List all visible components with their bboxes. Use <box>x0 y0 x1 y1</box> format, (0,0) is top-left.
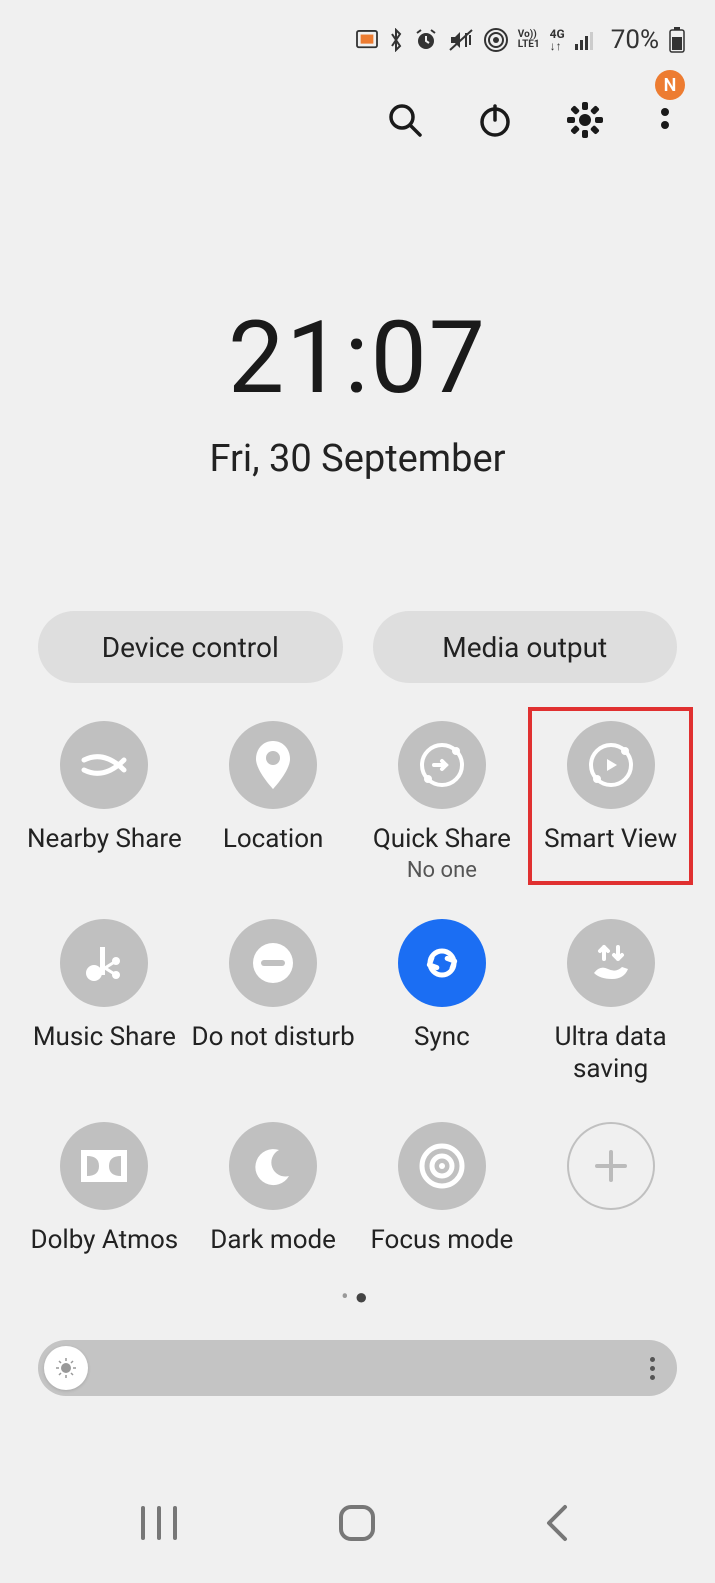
system-nav-bar <box>0 1473 715 1583</box>
tile-label: Location <box>223 823 324 856</box>
tile-sublabel: No one <box>407 858 477 883</box>
plus-icon <box>567 1122 655 1210</box>
tile-do-not-disturb[interactable]: Do not disturb <box>189 911 358 1094</box>
power-button[interactable] <box>475 100 515 140</box>
tile-nearby-share[interactable]: Nearby Share <box>20 713 189 891</box>
tile-label: Quick Share <box>373 823 511 856</box>
clock-area: 21:07 Fri, 30 September <box>0 300 715 481</box>
volte-icon: Vo))LTE1 <box>518 30 540 50</box>
location-pin-icon <box>229 721 317 809</box>
home-button[interactable] <box>327 1493 387 1553</box>
target-icon <box>398 1122 486 1210</box>
tile-label: Smart View <box>544 823 677 856</box>
bluetooth-icon <box>388 28 404 52</box>
control-pills: Device control Media output <box>0 611 715 683</box>
more-button[interactable] <box>655 100 675 140</box>
settings-button[interactable] <box>565 100 605 140</box>
more-vert-icon <box>660 105 670 135</box>
battery-percent: 70% <box>611 25 659 55</box>
tile-focus-mode[interactable]: Focus mode <box>358 1114 527 1265</box>
ultra-data-icon <box>567 919 655 1007</box>
tile-dolby-atmos[interactable]: Dolby Atmos <box>20 1114 189 1265</box>
clock-time: 21:07 <box>0 300 715 417</box>
4g-data-icon: 4G↓↑ <box>550 28 565 52</box>
quick-share-icon <box>398 721 486 809</box>
smart-view-icon <box>567 721 655 809</box>
tile-label: Dolby Atmos <box>31 1224 179 1257</box>
tile-label: Music Share <box>33 1021 176 1054</box>
dot-active: ● <box>355 1285 374 1310</box>
search-button[interactable] <box>385 100 425 140</box>
home-icon <box>335 1501 379 1545</box>
media-output-button[interactable]: Media output <box>373 611 678 683</box>
signal-icon <box>575 30 597 50</box>
gear-icon <box>565 100 605 140</box>
tile-label: Nearby Share <box>27 823 182 856</box>
tile-location[interactable]: Location <box>189 713 358 891</box>
brightness-slider[interactable] <box>38 1340 677 1396</box>
page-indicator: •● <box>0 1284 715 1310</box>
sync-icon <box>398 919 486 1007</box>
tile-quick-share[interactable]: Quick Share No one <box>358 713 527 891</box>
power-icon <box>475 100 515 140</box>
tile-label: Dark mode <box>210 1224 336 1257</box>
account-badge[interactable]: N <box>655 70 685 100</box>
hotspot-icon <box>484 28 508 52</box>
quick-settings-grid: Nearby Share Location Quick Share No one… <box>0 713 715 1264</box>
panel-action-row: N <box>0 60 715 160</box>
tile-add[interactable] <box>526 1114 695 1265</box>
dot-inactive: • <box>341 1285 354 1310</box>
dolby-icon <box>60 1122 148 1210</box>
clock-date: Fri, 30 September <box>0 437 715 481</box>
device-control-button[interactable]: Device control <box>38 611 343 683</box>
music-share-icon <box>60 919 148 1007</box>
tile-label: Ultra data saving <box>526 1021 695 1086</box>
recents-icon <box>139 1506 179 1540</box>
dnd-icon <box>229 919 317 1007</box>
tile-music-share[interactable]: Music Share <box>20 911 189 1094</box>
tile-smart-view[interactable]: Smart View <box>526 713 695 891</box>
search-icon <box>385 100 425 140</box>
tile-dark-mode[interactable]: Dark mode <box>189 1114 358 1265</box>
tile-ultra-data-saving[interactable]: Ultra data saving <box>526 911 695 1094</box>
back-button[interactable] <box>526 1493 586 1553</box>
alarm-icon <box>414 28 438 52</box>
cast-active-icon <box>356 30 378 50</box>
sun-icon <box>55 1357 77 1379</box>
nearby-share-icon <box>60 721 148 809</box>
brightness-thumb[interactable] <box>44 1346 88 1390</box>
recents-button[interactable] <box>129 1493 189 1553</box>
mute-vibrate-icon <box>448 28 474 52</box>
status-bar: Vo))LTE1 4G↓↑ 70% <box>0 0 715 60</box>
brightness-menu-icon[interactable] <box>650 1357 655 1380</box>
battery-icon <box>669 27 685 53</box>
tile-label: Do not disturb <box>192 1021 355 1054</box>
tile-label: Sync <box>414 1021 470 1054</box>
tile-label: Focus mode <box>370 1224 513 1257</box>
back-icon <box>541 1503 571 1543</box>
tile-sync[interactable]: Sync <box>358 911 527 1094</box>
moon-icon <box>229 1122 317 1210</box>
